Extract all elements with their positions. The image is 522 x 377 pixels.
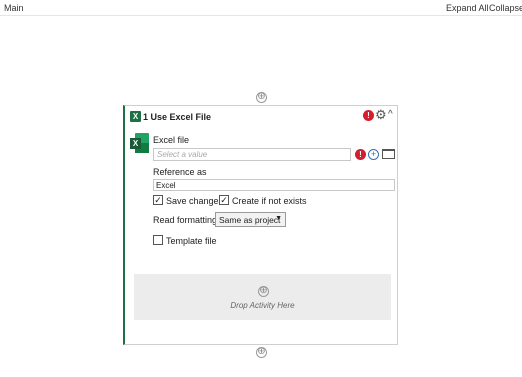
folder-icon[interactable] — [382, 149, 395, 159]
reference-as-input[interactable]: Excel — [153, 179, 395, 191]
reference-as-label: Reference as — [153, 167, 207, 177]
breadcrumb[interactable]: Main — [4, 3, 24, 13]
expand-all-link[interactable]: Expand All — [446, 3, 489, 13]
read-formatting-value: Same as project — [219, 215, 281, 225]
chevron-down-icon: ▼ — [275, 215, 282, 222]
gear-icon[interactable]: ⚙ — [375, 107, 387, 123]
excel-file-label: Excel file — [153, 135, 190, 145]
excel-file-row: Select a value ! + — [153, 148, 395, 161]
create-if-not-exists-label: Create if not exists — [232, 196, 307, 206]
save-changes-label: Save changes — [166, 196, 224, 206]
error-icon[interactable]: ! — [363, 110, 374, 121]
read-formatting-label: Read formatting — [153, 215, 218, 225]
activity-title[interactable]: 1 Use Excel File — [143, 112, 211, 122]
template-file-checkbox[interactable] — [153, 235, 163, 245]
save-changes-checkbox[interactable]: ✓ — [153, 195, 163, 205]
designer-topbar: Main Expand All Collapse . — [0, 0, 522, 16]
create-if-not-exists-checkbox[interactable]: ✓ — [219, 195, 229, 205]
chevron-up-icon[interactable]: ^ — [388, 109, 393, 120]
excel-file-input[interactable]: Select a value — [153, 148, 351, 161]
collapse-all-link[interactable]: Collapse . — [489, 3, 522, 13]
add-activity-above-icon[interactable]: ⊕ — [256, 92, 267, 103]
excel-icon: X — [130, 111, 141, 122]
add-activity-icon: ⊕ — [258, 285, 269, 297]
error-icon: ! — [355, 149, 366, 160]
add-activity-below-icon[interactable]: ⊕ — [256, 347, 267, 358]
plus-circle-icon[interactable]: + — [368, 149, 379, 160]
excel-icon-letter: X — [130, 138, 141, 149]
drop-activity-zone[interactable]: ⊕ Drop Activity Here — [134, 274, 391, 320]
drop-activity-text: Drop Activity Here — [230, 301, 295, 310]
use-excel-file-activity[interactable]: X 1 Use Excel File ! ⚙ ^ X Excel file Se… — [123, 105, 398, 345]
read-formatting-dropdown[interactable]: Same as project ▼ — [215, 212, 286, 227]
template-file-label: Template file — [166, 236, 217, 246]
excel-app-icon: X — [130, 133, 149, 153]
